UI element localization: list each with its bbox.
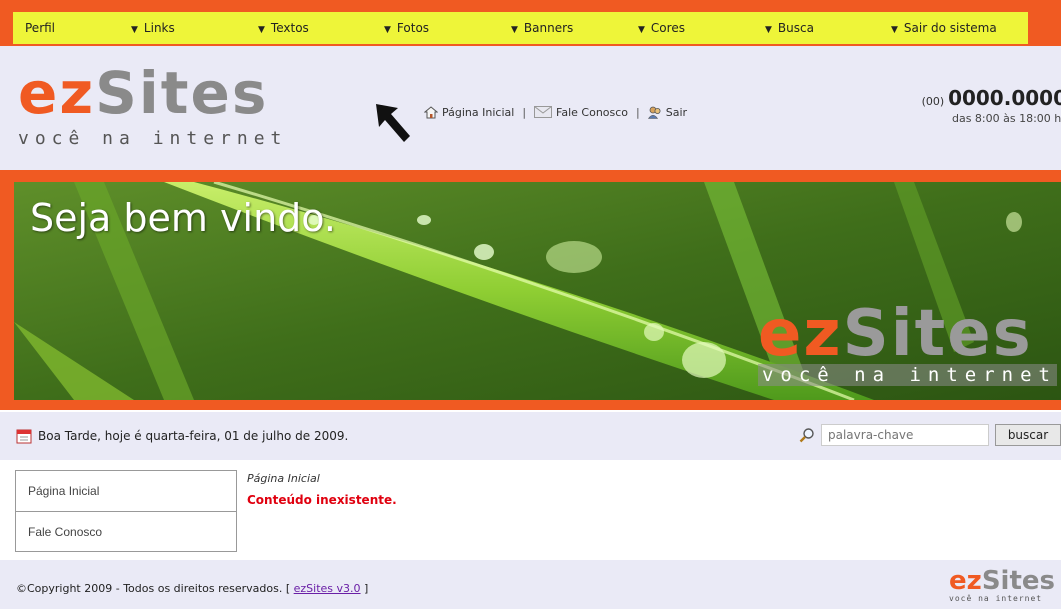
header-links: Página Inicial | Fale Conosco | Sair — [424, 102, 687, 122]
banner-frame: Seja bem vindo. ezSites você na internet — [0, 170, 1061, 410]
menu-item-label: Links — [143, 21, 175, 35]
copyright: ©Copyright 2009 - Todos os direitos rese… — [16, 582, 368, 595]
header-link-label: Sair — [665, 105, 688, 119]
side-menu-item-home[interactable]: Página Inicial — [16, 471, 236, 511]
site-header: ezSites você na internet Página Inicial … — [0, 46, 1061, 170]
menu-item-label: Cores — [650, 21, 685, 35]
menu-item-cores[interactable]: ▼ Cores — [638, 12, 685, 44]
menu-item-links[interactable]: ▼ Links — [131, 12, 175, 44]
menu-item-busca[interactable]: ▼ Busca — [765, 12, 814, 44]
page-title: Página Inicial — [247, 472, 320, 485]
logo-sites: Sites — [95, 59, 269, 127]
opening-hours: das 8:00 às 18:00 hs — [951, 112, 1061, 125]
search-icon — [799, 428, 814, 443]
link-separator: | — [636, 105, 640, 119]
header-link-home[interactable]: Página Inicial — [424, 106, 514, 119]
contact-phone: (00) 0000.0000 das 8:00 às 18:00 hs — [922, 86, 1061, 125]
menu-item-banners[interactable]: ▼ Banners — [511, 12, 573, 44]
phone-number: 0000.0000 — [948, 86, 1061, 110]
header-link-contact[interactable]: Fale Conosco — [534, 106, 628, 119]
link-separator: | — [522, 105, 527, 119]
dropdown-arrow-icon: ▼ — [765, 25, 772, 35]
dropdown-arrow-icon: ▼ — [891, 25, 898, 35]
header-link-label: Página Inicial — [442, 105, 515, 119]
side-menu-item-contact[interactable]: Fale Conosco — [16, 511, 236, 551]
search-button[interactable]: buscar — [995, 424, 1061, 446]
menu-item-label: Busca — [777, 21, 814, 35]
search-form: buscar — [799, 424, 1061, 446]
date-text: Boa Tarde, hoje é quarta-feira, 01 de ju… — [38, 429, 349, 443]
top-menu-frame: Perfil ▼ Links ▼ Textos ▼ Fotos ▼ Banners ▼ C… — [0, 0, 1061, 46]
menu-item-label: Textos — [270, 21, 309, 35]
copyright-text: ©Copyright 2009 - Todos os direitos rese… — [16, 582, 291, 595]
banner-logo: ezSites você na internet — [757, 302, 1057, 386]
menu-item-textos[interactable]: ▼ Textos — [258, 12, 309, 44]
envelope-icon — [534, 106, 553, 118]
dropdown-arrow-icon: ▼ — [511, 25, 518, 35]
welcome-text: Seja bem vindo. — [30, 196, 336, 240]
side-menu: Página Inicial Fale Conosco — [15, 470, 237, 552]
logo-ez: ez — [949, 566, 982, 596]
logo-ez: ez — [18, 59, 96, 127]
menu-item-label: Sair do sistema — [903, 21, 997, 35]
menu-item-perfil[interactable]: Perfil — [25, 12, 55, 44]
menu-item-label: Perfil — [25, 21, 56, 35]
dropdown-arrow-icon: ▼ — [384, 25, 391, 35]
logo-tagline: você na internet — [757, 364, 1057, 386]
footer-logo: ezSites você na internet — [949, 568, 1055, 603]
logo-sites: Sites — [981, 566, 1055, 596]
copyright-close: ] — [364, 582, 369, 595]
logo-tagline: você na internet — [18, 128, 288, 149]
date-greeting: Boa Tarde, hoje é quarta-feira, 01 de ju… — [16, 428, 348, 444]
main-menu: Perfil ▼ Links ▼ Textos ▼ Fotos ▼ Banners ▼ C… — [13, 12, 1028, 44]
menu-item-fotos[interactable]: ▼ Fotos — [384, 12, 429, 44]
site-logo[interactable]: ezSites você na internet — [18, 64, 298, 164]
calendar-icon — [16, 429, 32, 444]
banner-image: Seja bem vindo. ezSites você na internet — [14, 182, 1061, 400]
menu-item-sair-do-sistema[interactable]: ▼ Sair do sistema — [891, 12, 997, 44]
content-message: Conteúdo inexistente. — [247, 493, 397, 507]
home-icon — [424, 105, 438, 118]
dropdown-arrow-icon: ▼ — [131, 25, 138, 35]
phone-area-code: (00) — [921, 95, 945, 108]
header-link-logout[interactable]: Sair — [647, 105, 688, 119]
header-link-label: Fale Conosco — [556, 105, 629, 119]
dropdown-arrow-icon: ▼ — [258, 25, 265, 35]
users-icon — [647, 106, 661, 119]
main-content: Página Inicial Conteúdo inexistente. — [247, 472, 397, 507]
logo-tagline: você na internet — [949, 594, 1043, 603]
menu-item-label: Banners — [523, 21, 574, 35]
logo-sites: Sites — [842, 297, 1033, 371]
site-footer: ©Copyright 2009 - Todos os direitos rese… — [0, 560, 1061, 609]
version-link[interactable]: ezSites v3.0 — [294, 582, 361, 595]
logo-ez: ez — [757, 297, 843, 371]
search-input[interactable] — [821, 424, 989, 446]
dropdown-arrow-icon: ▼ — [638, 25, 645, 35]
date-search-bar: Boa Tarde, hoje é quarta-feira, 01 de ju… — [0, 412, 1061, 460]
mouse-pointer-arrow-icon — [376, 104, 410, 142]
menu-item-label: Fotos — [396, 21, 430, 35]
